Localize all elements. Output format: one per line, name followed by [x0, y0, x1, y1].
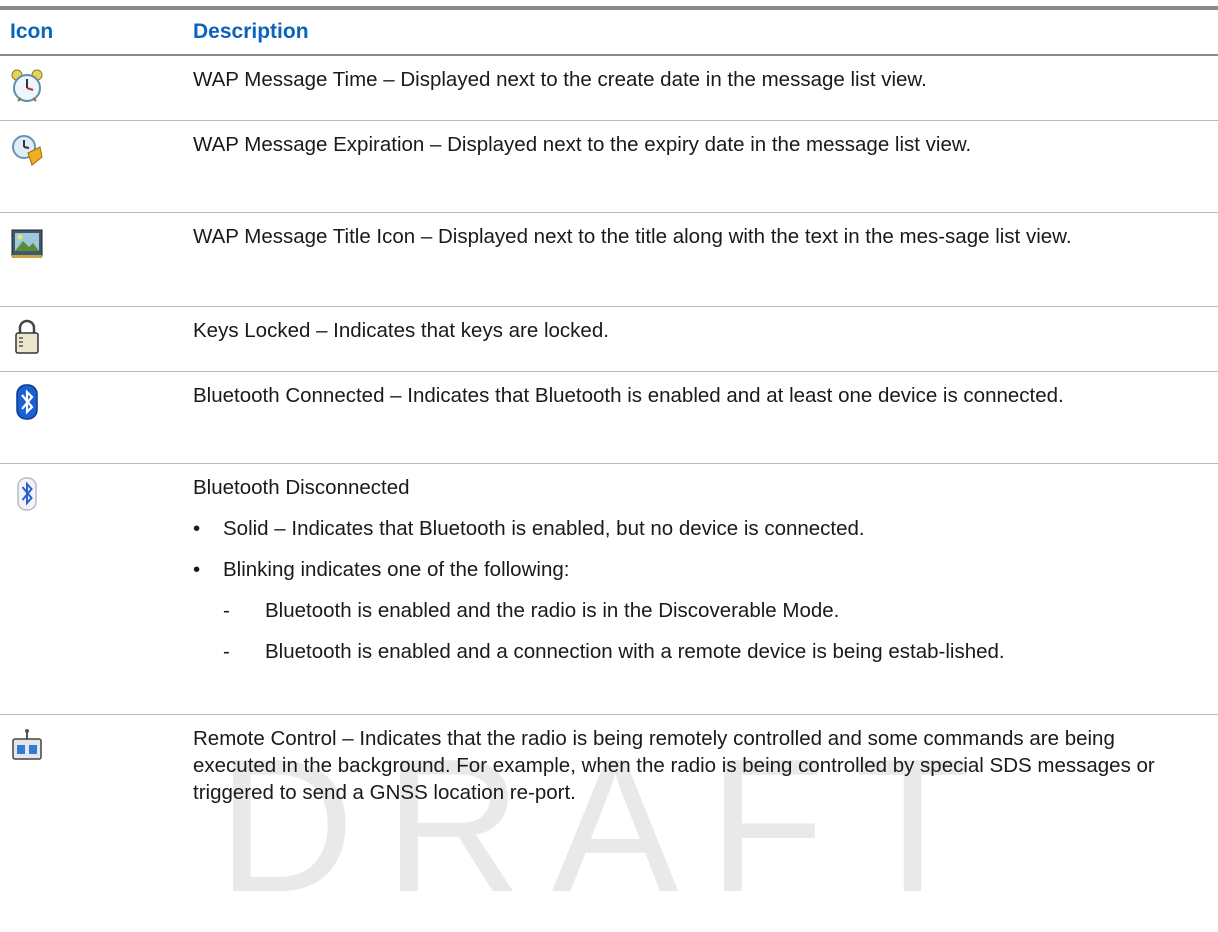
row-description: Bluetooth Disconnected • Solid – Indicate…: [193, 464, 1218, 714]
table-row: Keys Locked – Indicates that keys are lo…: [0, 307, 1218, 372]
table-row: Bluetooth Disconnected • Solid – Indicate…: [0, 464, 1218, 715]
row-description: Keys Locked – Indicates that keys are lo…: [193, 319, 609, 342]
header-icon: Icon: [10, 20, 54, 43]
list-item: - Bluetooth is enabled and the radio is i…: [223, 599, 840, 622]
row-description: WAP Message Time – Displayed next to the…: [193, 68, 927, 91]
row-description: Bluetooth Connected – Indicates that Blu…: [193, 384, 1064, 407]
picture-title-icon: [11, 229, 43, 258]
bluetooth-disconnected-icon: [17, 477, 37, 511]
list-item: - Bluetooth is enabled and a connection w…: [223, 640, 1005, 663]
table-row: WAP Message Time – Displayed next to the…: [0, 56, 1218, 121]
icon-table: Icon Description WAP Message Time – Disp…: [0, 6, 1218, 820]
padlock-icon: [15, 319, 39, 354]
table-row: WAP Message Title Icon – Displayed next …: [0, 213, 1218, 307]
row-description: WAP Message Expiration – Displayed next …: [193, 133, 972, 156]
bullet-list: • Solid – Indicates that Bluetooth is ena…: [193, 515, 1178, 583]
alarm-clock-icon: [11, 69, 43, 102]
header-description: Description: [193, 20, 309, 43]
table-row: Remote Control – Indicates that the radi…: [0, 715, 1218, 820]
row-title: Bluetooth Disconnected: [193, 476, 410, 499]
sub-bullet-list: - Bluetooth is enabled and the radio is i…: [193, 597, 1178, 665]
table-row: Bluetooth Connected – Indicates that Blu…: [0, 372, 1218, 464]
remote-control-icon: [12, 729, 42, 760]
clock-expiration-icon: [12, 135, 43, 166]
bluetooth-connected-icon: [16, 384, 38, 420]
list-item: • Blinking indicates one of the following…: [193, 558, 570, 581]
row-description: Remote Control – Indicates that the radi…: [193, 727, 1155, 804]
table-row: WAP Message Expiration – Displayed next …: [0, 121, 1218, 213]
table-header-row: Icon Description: [0, 10, 1218, 56]
row-description: WAP Message Title Icon – Displayed next …: [193, 225, 1072, 248]
list-item: • Solid – Indicates that Bluetooth is ena…: [193, 517, 865, 540]
